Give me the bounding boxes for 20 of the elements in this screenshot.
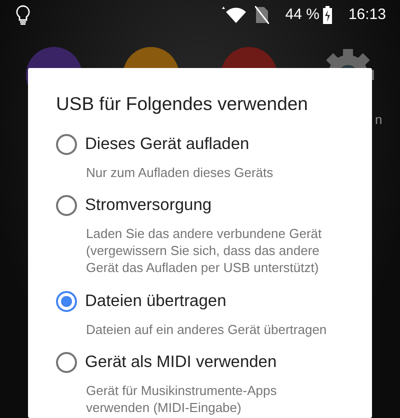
option-description: Gerät für Musikinstrumente-Apps verwenden (MIDI-Eingabe) [86,383,278,417]
battery-charging-icon [323,6,332,24]
clock-time: 16:13 [348,4,386,25]
option-description: Dateien auf ein anderes Gerät übertragen [86,322,328,338]
radio-button[interactable] [56,195,77,216]
radio-button[interactable] [56,134,77,155]
radio-button[interactable] [56,290,77,312]
no-sim-icon [255,6,270,24]
wifi-icon [221,6,248,24]
option-description: Nur zum Aufladen dieses Geräts [86,164,274,182]
option-label[interactable]: Gerät als MIDI verwenden [85,350,277,376]
battery-percentage: 44 % [285,4,320,25]
lightbulb-icon [16,5,30,25]
option-description: Laden Sie das andere verbundene Gerät (vergewissern Sie sich, dass das andere Gerät das Aufladen per USB unterstützt) [86,226,323,277]
dialog-title: USB für Folgendes verwenden [56,92,309,116]
radio-button[interactable] [56,352,77,374]
option-label[interactable]: Stromversorgung [85,193,212,218]
app-label: n [375,111,382,129]
option-label[interactable]: Dieses Gerät aufladen [85,132,250,156]
option-label[interactable]: Dateien übertragen [85,288,226,314]
